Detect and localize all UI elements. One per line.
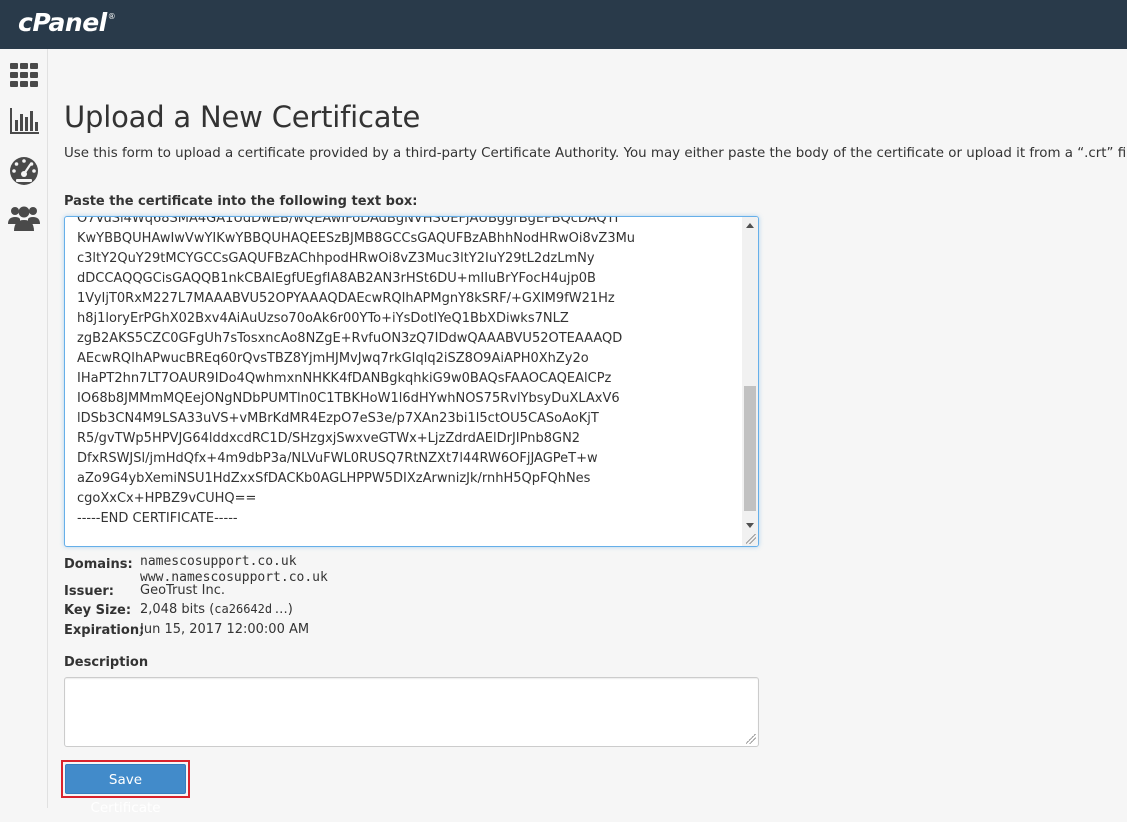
description-label: Description	[64, 655, 149, 670]
certificate-line: O7VuSl4Wq68SMA4GA1UdDwEB/wQEAwIFoDAdBgNV…	[77, 216, 619, 226]
save-certificate-button[interactable]: Save Certificate	[65, 764, 186, 816]
stats-chart-icon[interactable]	[8, 106, 40, 136]
certificate-line: KwYBBQUHAwIwVwYIKwYBBQUHAQEESzBJMB8GCCsG…	[77, 231, 636, 246]
certificate-line: 1VyIjT0RxM227L7MAAABVU52OPYAAAQDAEcwRQIh…	[77, 291, 615, 306]
keysize-text: 2,048 bits (	[140, 602, 215, 617]
scroll-thumb[interactable]	[744, 386, 756, 511]
keysize-id: ca26642d	[214, 602, 273, 616]
scroll-up-icon[interactable]	[746, 223, 754, 228]
certificate-label: Paste the certificate into the following…	[64, 194, 418, 209]
certificate-textarea[interactable]: O7VuSl4Wq68SMA4GA1UdDwEB/wQEAwIFoDAdBgNV…	[64, 216, 759, 547]
certificate-line: IO68b8JMMmMQEejONgNDbPUMTln0C1TBKHoW1l6d…	[77, 391, 620, 406]
users-icon[interactable]	[8, 202, 40, 232]
certificate-line: cgoXxCx+HPBZ9vCUHQ==	[77, 491, 257, 506]
description-textarea[interactable]	[64, 677, 759, 747]
logo-mark: ®	[107, 12, 116, 21]
dashboard-gauge-icon[interactable]	[8, 155, 40, 185]
top-bar: cPanel®	[0, 0, 1127, 49]
page-intro: Use this form to upload a certificate pr…	[64, 146, 1127, 161]
certificate-line: zgB2AKS5CZC0GFgUh7sTosxncAo8NZgE+RvfuON3…	[77, 331, 623, 346]
certificate-line: AEcwRQIhAPwucBREq60rQvsTBZ8YjmHJMvJwq7rk…	[77, 351, 589, 366]
issuer-value: GeoTrust Inc.	[140, 583, 225, 598]
keysize-tail: …)	[272, 602, 293, 617]
cpanel-logo[interactable]: cPanel®	[18, 8, 116, 37]
certificate-line: c3ltY2QuY29tMCYGCCsGAQUFBzAChhpodHRwOi8v…	[77, 251, 595, 266]
apps-grid-icon[interactable]	[8, 60, 40, 90]
save-button-highlight: Save Certificate	[61, 760, 190, 816]
issuer-label: Issuer:	[64, 584, 114, 599]
certificate-line: lDSb3CN4M9LSA33uVS+vMBrKdMR4EzpO7eS3e/p7…	[77, 411, 599, 426]
expiration-label: Expiration:	[64, 623, 145, 638]
certificate-scrollbar[interactable]	[742, 217, 758, 546]
keysize-value: 2,048 bits (ca26642d …)	[140, 602, 293, 617]
keysize-label: Key Size:	[64, 603, 132, 618]
certificate-text: O7VuSl4Wq68SMA4GA1UdDwEB/wQEAwIFoDAdBgNV…	[77, 217, 635, 529]
certificate-line: DfxRSWJSl/jmHdQfx+4m9dbP3a/NLVuFWL0RUSQ7…	[77, 451, 598, 466]
logo-text: cPanel	[18, 8, 107, 37]
certificate-line: aZo9G4ybXemiNSU1HdZxxSfDACKb0AGLHPPW5DIX…	[77, 471, 591, 486]
expiration-value: Jun 15, 2017 12:00:00 AM	[140, 622, 310, 637]
domain-1: namescosupport.co.uk	[140, 554, 297, 569]
resize-grip-icon[interactable]	[746, 734, 756, 744]
certificate-line: h8j1loryErPGhX02Bxv4AiAuUzso70oAk6r00YTo…	[77, 311, 569, 326]
main-content: Upload a New Certificate Use this form t…	[49, 49, 1127, 816]
page-title: Upload a New Certificate	[64, 100, 421, 134]
domains-label: Domains:	[64, 557, 133, 572]
certificate-line: -----END CERTIFICATE-----	[77, 511, 238, 526]
sidebar	[0, 49, 48, 808]
certificate-line: dDCCAQQGCisGAQQB1nkCBAIEgfUEgfIA8AB2AN3r…	[77, 271, 596, 286]
resize-grip-icon[interactable]	[746, 534, 756, 544]
certificate-line: IHaPT2hn7LT7OAUR9IDo4QwhmxnNHKK4fDANBgkq…	[77, 371, 612, 386]
certificate-line: R5/gvTWp5HPVJG64lddxcdRC1D/SHzgxjSwxveGT…	[77, 431, 581, 446]
scroll-down-icon[interactable]	[746, 523, 754, 528]
